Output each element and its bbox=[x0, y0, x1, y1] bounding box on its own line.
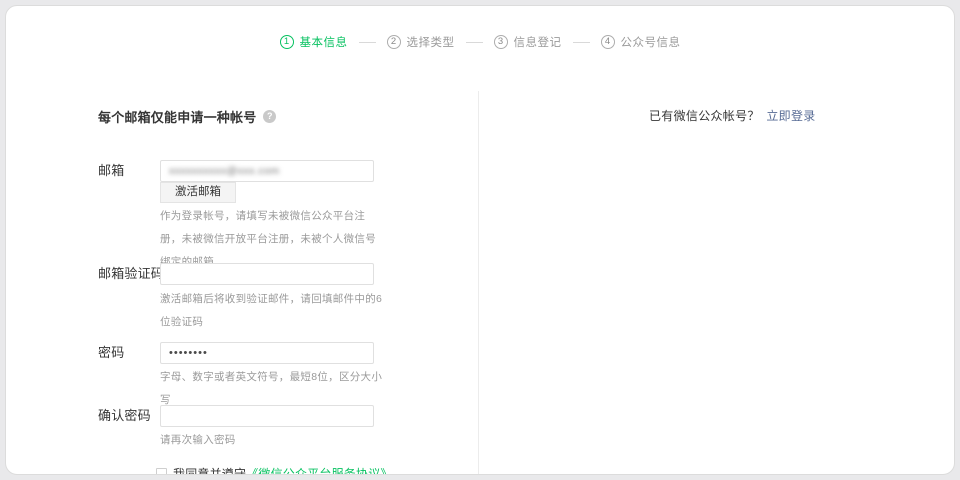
agreement-row: 我同意并遵守 《微信公众平台服务协议》 bbox=[156, 465, 393, 475]
notice-row: 每个邮箱仅能申请一种帐号 ? bbox=[98, 107, 276, 126]
step-4-label: 公众号信息 bbox=[621, 34, 681, 50]
step-4-number-icon: 4 bbox=[601, 35, 615, 49]
password-input[interactable]: •••••••• bbox=[160, 342, 374, 364]
email-code-label: 邮箱验证码 bbox=[98, 263, 164, 285]
confirm-password-hint: 请再次输入密码 bbox=[160, 429, 384, 452]
email-code-hint: 激活邮箱后将收到验证邮件，请回填邮件中的6位验证码 bbox=[160, 288, 384, 334]
step-3-number-icon: 3 bbox=[494, 35, 508, 49]
step-2-label: 选择类型 bbox=[407, 34, 455, 50]
step-account-info: 4 公众号信息 bbox=[601, 34, 681, 50]
step-basic-info: 1 基本信息 bbox=[280, 34, 348, 50]
step-info-register: 3 信息登记 bbox=[494, 34, 562, 50]
password-label: 密码 bbox=[98, 342, 124, 364]
step-2-number-icon: 2 bbox=[387, 35, 401, 49]
confirm-password-input[interactable] bbox=[160, 405, 374, 427]
email-redacted-value: xxxxxxxxxx@xxx.com bbox=[169, 165, 280, 177]
activate-email-button[interactable]: 激活邮箱 bbox=[160, 182, 236, 203]
confirm-password-label: 确认密码 bbox=[98, 405, 151, 427]
help-question-icon[interactable]: ? bbox=[263, 110, 276, 123]
column-divider bbox=[478, 91, 479, 474]
email-input[interactable]: xxxxxxxxxx@xxx.com bbox=[160, 160, 374, 182]
step-1-label: 基本信息 bbox=[300, 34, 348, 50]
email-label: 邮箱 bbox=[98, 160, 124, 182]
step-separator bbox=[573, 42, 590, 43]
service-agreement-link[interactable]: 《微信公众平台服务协议》 bbox=[246, 465, 392, 475]
password-masked-value: •••••••• bbox=[169, 347, 208, 359]
login-row: 已有微信公众帐号？ 立即登录 bbox=[649, 107, 816, 124]
notice-text: 每个邮箱仅能申请一种帐号 bbox=[98, 107, 256, 126]
agreement-checkbox[interactable] bbox=[156, 468, 167, 475]
registration-stepper: 1 基本信息 2 选择类型 3 信息登记 4 公众号信息 bbox=[6, 34, 954, 50]
step-3-label: 信息登记 bbox=[514, 34, 562, 50]
login-question: 已有微信公众帐号？ bbox=[649, 109, 760, 123]
step-separator bbox=[359, 42, 376, 43]
step-1-number-icon: 1 bbox=[280, 35, 294, 49]
step-separator bbox=[466, 42, 483, 43]
email-code-input[interactable] bbox=[160, 263, 374, 285]
step-choose-type: 2 选择类型 bbox=[387, 34, 455, 50]
login-now-link[interactable]: 立即登录 bbox=[766, 109, 815, 123]
agreement-text: 我同意并遵守 bbox=[173, 465, 246, 475]
register-page: 1 基本信息 2 选择类型 3 信息登记 4 公众号信息 每个邮箱仅能申请一种帐… bbox=[5, 5, 955, 475]
